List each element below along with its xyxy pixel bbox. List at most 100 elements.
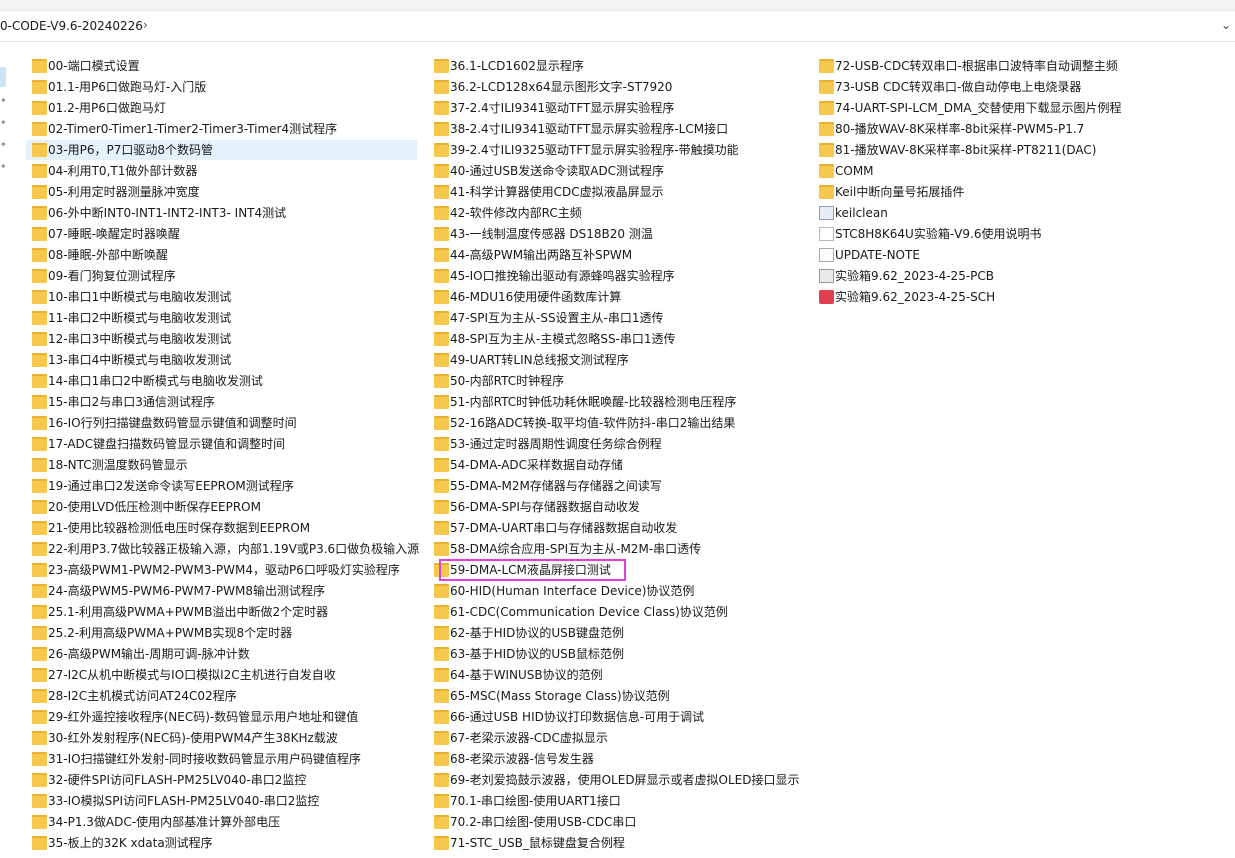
file-item[interactable]: 21-使用比较器检测低电压时保存数据到EEPROM <box>26 518 417 538</box>
file-item[interactable]: 81-播放WAV-8K采样率-8bit采样-PT8211(DAC) <box>813 140 1143 160</box>
file-item[interactable]: 72-USB-CDC转双串口-根据串口波特率自动调整主频 <box>813 56 1143 76</box>
file-item[interactable]: 80-播放WAV-8K采样率-8bit采样-PWM5-P1.7 <box>813 119 1143 139</box>
file-item[interactable]: 00-端口模式设置 <box>26 56 417 76</box>
file-item[interactable]: 55-DMA-M2M存储器与存储器之间读写 <box>428 476 808 496</box>
folder-icon <box>32 710 47 724</box>
file-item[interactable]: 33-IO模拟SPI访问FLASH-PM25LV040-串口2监控 <box>26 791 417 811</box>
file-item[interactable]: 30-红外发射程序(NEC码)-使用PWM4产生38KHz载波 <box>26 728 417 748</box>
file-item[interactable]: 66-通过USB HID协议打印数据信息-可用于调试 <box>428 707 808 727</box>
file-item[interactable]: 50-内部RTC时钟程序 <box>428 371 808 391</box>
file-item[interactable]: 57-DMA-UART串口与存储器数据自动收发 <box>428 518 808 538</box>
file-item[interactable]: 56-DMA-SPI与存储器数据自动收发 <box>428 497 808 517</box>
file-item[interactable]: COMM <box>813 161 1143 181</box>
file-item[interactable]: 31-IO扫描键红外发射-同时接收数码管显示用户码键值程序 <box>26 749 417 769</box>
file-item[interactable]: 41-科学计算器使用CDC虚拟液晶屏显示 <box>428 182 808 202</box>
file-item[interactable]: 25.1-利用高级PWMA+PWMB溢出中断做2个定时器 <box>26 602 417 622</box>
file-item[interactable]: 47-SPI互为主从-SS设置主从-串口1透传 <box>428 308 808 328</box>
chevron-right-icon[interactable]: › <box>143 18 148 32</box>
file-item-label: 22-利用P3.7做比较器正极输入源，内部1.19V或P3.6口做负极输入源 <box>48 542 420 556</box>
file-item[interactable]: 17-ADC键盘扫描数码管显示键值和调整时间 <box>26 434 417 454</box>
file-item[interactable]: 70.2-串口绘图-使用USB-CDC串口 <box>428 812 808 832</box>
file-item[interactable]: 67-老梁示波器-CDC虚拟显示 <box>428 728 808 748</box>
file-item[interactable]: 49-UART转LIN总线报文测试程序 <box>428 350 808 370</box>
file-item[interactable]: 06-外中断INT0-INT1-INT2-INT3- INT4测试 <box>26 203 417 223</box>
file-item[interactable]: 52-16路ADC转换-取平均值-软件防抖-串口2输出结果 <box>428 413 808 433</box>
file-item[interactable]: 64-基于WINUSB协议的范例 <box>428 665 808 685</box>
file-item[interactable]: 03-用P6，P7口驱动8个数码管 <box>26 140 417 160</box>
file-item-label: 30-红外发射程序(NEC码)-使用PWM4产生38KHz载波 <box>48 731 338 745</box>
file-item[interactable]: 07-睡眠-唤醒定时器唤醒 <box>26 224 417 244</box>
file-item[interactable]: 27-I2C从机中断模式与IO口模拟I2C主机进行自发自收 <box>26 665 417 685</box>
file-item[interactable]: 01.2-用P6口做跑马灯 <box>26 98 417 118</box>
file-item[interactable]: UPDATE-NOTE <box>813 245 1143 265</box>
file-item[interactable]: 69-老刘爱捣鼓示波器，使用OLED屏显示或者虚拟OLED接口显示 <box>428 770 808 790</box>
file-item[interactable]: 15-串口2与串口3通信测试程序 <box>26 392 417 412</box>
file-item[interactable]: 20-使用LVD低压检测中断保存EEPROM <box>26 497 417 517</box>
file-item[interactable]: 13-串口4中断模式与电脑收发测试 <box>26 350 417 370</box>
file-item[interactable]: 58-DMA综合应用-SPI互为主从-M2M-串口透传 <box>428 539 808 559</box>
file-item[interactable]: 16-IO行列扫描键盘数码管显示键值和调整时间 <box>26 413 417 433</box>
file-item[interactable]: 36.1-LCD1602显示程序 <box>428 56 808 76</box>
file-item[interactable]: 实验箱9.62_2023-4-25-SCH <box>813 287 1143 307</box>
file-item[interactable]: 12-串口3中断模式与电脑收发测试 <box>26 329 417 349</box>
file-item[interactable]: 22-利用P3.7做比较器正极输入源，内部1.19V或P3.6口做负极输入源 <box>26 539 420 559</box>
file-item[interactable]: 01.1-用P6口做跑马灯-入门版 <box>26 77 417 97</box>
file-item[interactable]: 37-2.4寸ILI9341驱动TFT显示屏实验程序 <box>428 98 808 118</box>
file-item[interactable]: 54-DMA-ADC采样数据自动存储 <box>428 455 808 475</box>
file-item[interactable]: 71-STC_USB_鼠标键盘复合例程 <box>428 833 808 853</box>
file-item[interactable]: 68-老梁示波器-信号发生器 <box>428 749 808 769</box>
file-item[interactable]: 35-板上的32K xdata测试程序 <box>26 833 417 853</box>
file-item[interactable]: 23-高级PWM1-PWM2-PWM3-PWM4，驱动P6口呼吸灯实验程序 <box>26 560 417 580</box>
file-item[interactable]: 40-通过USB发送命令读取ADC测试程序 <box>428 161 808 181</box>
file-item[interactable]: Keil中断向量号拓展插件 <box>813 182 1143 202</box>
file-item[interactable]: 73-USB CDC转双串口-做自动停电上电烧录器 <box>813 77 1143 97</box>
address-bar[interactable]: 0-CODE-V9.6-20240226 › ⌄ <box>0 11 1235 42</box>
file-item[interactable]: 39-2.4寸ILI9325驱动TFT显示屏实验程序-带触摸功能 <box>428 140 808 160</box>
file-item[interactable]: 24-高级PWM5-PWM6-PWM7-PWM8输出测试程序 <box>26 581 417 601</box>
file-item[interactable]: 34-P1.3做ADC-使用内部基准计算外部电压 <box>26 812 417 832</box>
file-item[interactable]: keilclean <box>813 203 1143 223</box>
file-item[interactable]: 45-IO口推挽输出驱动有源蜂鸣器实验程序 <box>428 266 808 286</box>
file-item[interactable]: 62-基于HID协议的USB键盘范例 <box>428 623 808 643</box>
file-item[interactable]: 28-I2C主机模式访问AT24C02程序 <box>26 686 417 706</box>
file-item[interactable]: 18-NTC测温度数码管显示 <box>26 455 417 475</box>
file-item[interactable]: 60-HID(Human Interface Device)协议范例 <box>428 581 808 601</box>
file-item[interactable]: 51-内部RTC时钟低功耗休眠唤醒-比较器检测电压程序 <box>428 392 808 412</box>
file-item[interactable]: 65-MSC(Mass Storage Class)协议范例 <box>428 686 808 706</box>
file-item-label: 71-STC_USB_鼠标键盘复合例程 <box>450 836 625 850</box>
file-item[interactable]: 19-通过串口2发送命令读写EEPROM测试程序 <box>26 476 417 496</box>
address-path[interactable]: 0-CODE-V9.6-20240226 <box>0 19 143 33</box>
file-item[interactable]: 44-高级PWM输出两路互补SPWM <box>428 245 808 265</box>
file-item[interactable]: 11-串口2中断模式与电脑收发测试 <box>26 308 417 328</box>
file-item[interactable]: 25.2-利用高级PWMA+PWMB实现8个定时器 <box>26 623 417 643</box>
file-item[interactable]: 32-硬件SPI访问FLASH-PM25LV040-串口2监控 <box>26 770 417 790</box>
file-item[interactable]: 10-串口1中断模式与电脑收发测试 <box>26 287 417 307</box>
file-item[interactable]: 48-SPI互为主从-主模式忽略SS-串口1透传 <box>428 329 808 349</box>
file-item[interactable]: 46-MDU16使用硬件函数库计算 <box>428 287 808 307</box>
file-item[interactable]: 59-DMA-LCM液晶屏接口测试 <box>428 560 808 580</box>
file-item[interactable]: 61-CDC(Communication Device Class)协议范例 <box>428 602 808 622</box>
file-item[interactable]: STC8H8K64U实验箱-V9.6使用说明书 <box>813 224 1143 244</box>
file-item-label: keilclean <box>835 206 888 220</box>
file-item[interactable]: 38-2.4寸ILI9341驱动TFT显示屏实验程序-LCM接口 <box>428 119 808 139</box>
file-item[interactable]: 29-红外遥控接收程序(NEC码)-数码管显示用户地址和键值 <box>26 707 417 727</box>
folder-icon <box>434 290 449 304</box>
file-item[interactable]: 实验箱9.62_2023-4-25-PCB <box>813 266 1143 286</box>
file-item[interactable]: 05-利用定时器测量脉冲宽度 <box>26 182 417 202</box>
file-item[interactable]: 63-基于HID协议的USB鼠标范例 <box>428 644 808 664</box>
file-item[interactable]: 09-看门狗复位测试程序 <box>26 266 417 286</box>
file-item[interactable]: 36.2-LCD128x64显示图形文字-ST7920 <box>428 77 808 97</box>
navigation-selected-item[interactable] <box>0 67 6 87</box>
file-item[interactable]: 70.1-串口绘图-使用UART1接口 <box>428 791 808 811</box>
file-item[interactable]: 74-UART-SPI-LCM_DMA_交替使用下载显示图片例程 <box>813 98 1143 118</box>
chevron-down-icon[interactable]: ⌄ <box>1221 18 1231 32</box>
folder-icon <box>434 248 449 262</box>
file-item[interactable]: 42-软件修改内部RC主频 <box>428 203 808 223</box>
file-item[interactable]: 04-利用T0,T1做外部计数器 <box>26 161 417 181</box>
file-item[interactable]: 43-一线制温度传感器 DS18B20 测温 <box>428 224 808 244</box>
file-item[interactable]: 14-串口1串口2中断模式与电脑收发测试 <box>26 371 417 391</box>
file-item[interactable]: 26-高级PWM输出-周期可调-脉冲计数 <box>26 644 417 664</box>
file-item[interactable]: 08-睡眠-外部中断唤醒 <box>26 245 417 265</box>
file-item[interactable]: 53-通过定时器周期性调度任务综合例程 <box>428 434 808 454</box>
file-item[interactable]: 02-Timer0-Timer1-Timer2-Timer3-Timer4测试程… <box>26 119 417 139</box>
